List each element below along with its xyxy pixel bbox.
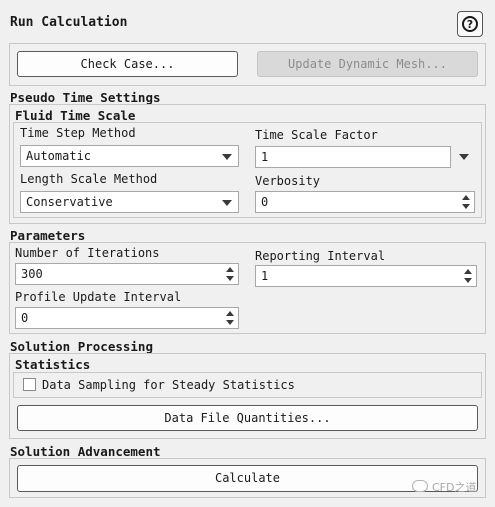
watermark-text: CFD之道 — [432, 481, 477, 494]
profile-update-spinner[interactable]: 0 — [15, 307, 239, 329]
calculate-button[interactable]: Calculate — [17, 465, 478, 492]
verbosity-spinner[interactable]: 0 — [255, 191, 475, 213]
check-case-button[interactable]: Check Case... — [17, 51, 238, 77]
pseudo-time-heading: Pseudo Time Settings — [10, 90, 161, 105]
length-scale-method-dropdown[interactable]: Conservative — [20, 191, 239, 213]
increment-icon[interactable] — [464, 269, 472, 274]
time-scale-factor-input[interactable]: 1 — [255, 146, 451, 168]
time-step-method-value: Automatic — [26, 149, 92, 163]
data-sampling-checkbox[interactable] — [23, 378, 36, 391]
help-icon: ? — [462, 16, 478, 32]
decrement-icon[interactable] — [464, 278, 472, 283]
reporting-interval-label: Reporting Interval — [255, 249, 386, 263]
fluid-time-scale-heading: Fluid Time Scale — [15, 108, 136, 123]
chevron-down-icon — [459, 154, 469, 160]
reporting-interval-spinner[interactable]: 1 — [255, 265, 477, 287]
chevron-down-icon — [222, 154, 232, 160]
decrement-icon[interactable] — [226, 276, 234, 281]
wechat-icon — [412, 480, 428, 492]
decrement-icon[interactable] — [462, 204, 470, 209]
increment-icon[interactable] — [226, 267, 234, 272]
time-step-method-dropdown[interactable]: Automatic — [20, 145, 239, 167]
profile-update-value: 0 — [21, 311, 29, 325]
data-sampling-label[interactable]: Data Sampling for Steady Statistics — [42, 378, 295, 392]
time-step-method-label: Time Step Method — [20, 126, 136, 140]
solution-advancement-heading: Solution Advancement — [10, 444, 161, 459]
chevron-down-icon — [222, 200, 232, 206]
solution-processing-heading: Solution Processing — [10, 339, 153, 354]
parameters-heading: Parameters — [10, 228, 86, 243]
help-button[interactable]: ? — [457, 11, 483, 37]
increment-icon[interactable] — [226, 311, 234, 316]
length-scale-method-label: Length Scale Method — [20, 172, 158, 186]
verbosity-label: Verbosity — [255, 174, 321, 188]
reporting-interval-value: 1 — [261, 269, 269, 283]
time-scale-factor-label: Time Scale Factor — [255, 128, 378, 142]
data-file-quantities-button[interactable]: Data File Quantities... — [17, 405, 478, 431]
iterations-spinner[interactable]: 300 — [15, 263, 239, 285]
length-scale-method-value: Conservative — [26, 195, 113, 209]
decrement-icon[interactable] — [226, 320, 234, 325]
time-scale-factor-options-button[interactable] — [456, 149, 472, 165]
iterations-label: Number of Iterations — [15, 246, 160, 260]
panel-title: Run Calculation — [10, 15, 128, 30]
iterations-value: 300 — [21, 267, 43, 281]
time-scale-factor-value: 1 — [261, 150, 269, 164]
profile-update-label: Profile Update Interval — [15, 290, 182, 304]
verbosity-value: 0 — [261, 195, 269, 209]
increment-icon[interactable] — [462, 195, 470, 200]
statistics-heading: Statistics — [15, 357, 91, 372]
update-dynamic-mesh-button[interactable]: Update Dynamic Mesh... — [257, 51, 478, 77]
